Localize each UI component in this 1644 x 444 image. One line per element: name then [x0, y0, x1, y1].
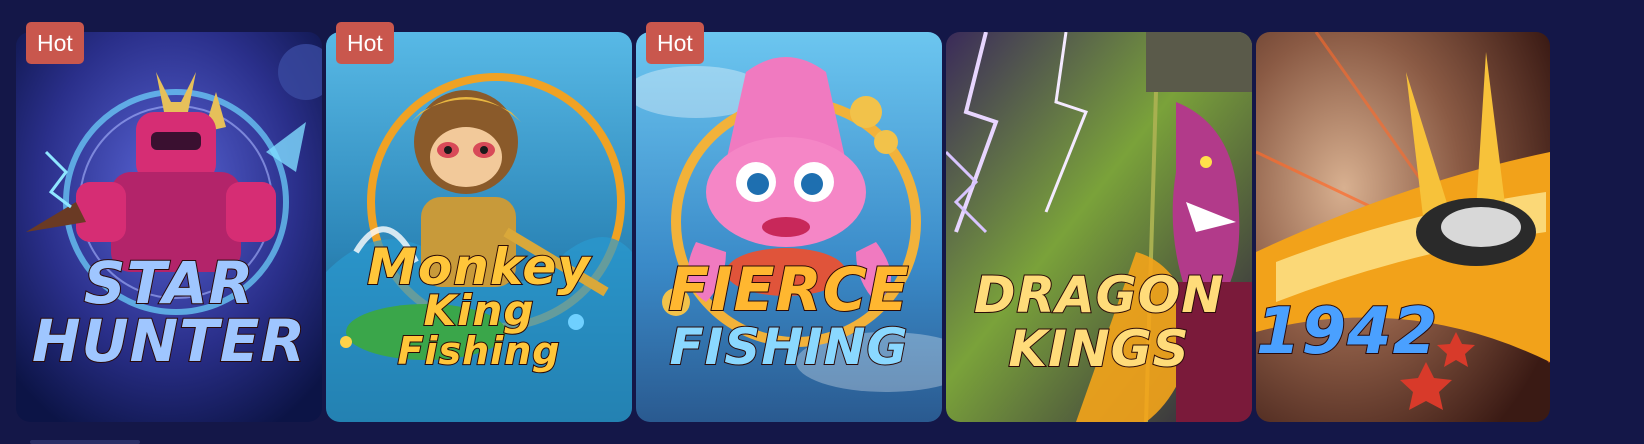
- game-title: 1942: [1256, 295, 1439, 369]
- game-tile-1942[interactable]: 1942: [1256, 32, 1550, 422]
- game-title-line-2: HUNTER: [31, 307, 307, 375]
- hot-badge: Hot: [646, 22, 704, 64]
- game-title: FIERCE: [667, 255, 910, 325]
- game-title-line-2: King: [423, 286, 535, 335]
- hot-badge: Hot: [26, 22, 84, 64]
- game-card-row: STAR HUNTER Hot Monkey King Fishing Hot …: [0, 0, 1644, 444]
- game-tile-star-hunter[interactable]: STAR HUNTER: [16, 32, 322, 422]
- game-title: Monkey: [366, 238, 591, 296]
- hot-badge: Hot: [336, 22, 394, 64]
- game-tile-dragon-kings[interactable]: DRAGON KINGS: [946, 32, 1252, 422]
- game-title-line-3: Fishing: [397, 329, 561, 373]
- game-title-line-2: FISHING: [668, 318, 909, 376]
- game-tile-monkey-king-fishing[interactable]: Monkey King Fishing: [326, 32, 632, 422]
- scroll-indicator: [30, 440, 140, 444]
- game-title: STAR: [83, 249, 255, 317]
- game-tile-fierce-fishing[interactable]: FIERCE FISHING: [636, 32, 942, 422]
- game-title-line-2: KINGS: [1007, 320, 1190, 378]
- game-title: DRAGON: [973, 266, 1225, 324]
